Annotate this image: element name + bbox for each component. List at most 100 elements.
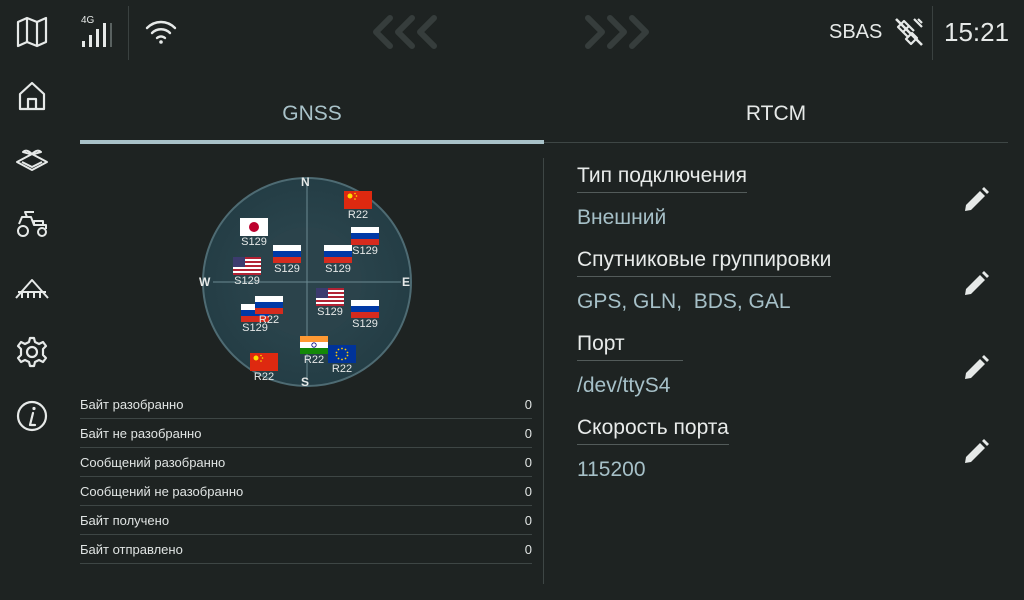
sidebar bbox=[0, 0, 64, 600]
satellite-off-icon bbox=[895, 18, 923, 46]
sbas-label: SBAS bbox=[829, 20, 883, 43]
tab-gnss[interactable]: GNSS bbox=[80, 88, 544, 140]
connection-settings: Тип подключения Внешний Спутниковые груп… bbox=[577, 156, 1008, 492]
china-flag-icon bbox=[250, 353, 278, 371]
edit-port-speed-button[interactable] bbox=[958, 434, 994, 470]
russia-flag-icon bbox=[351, 227, 379, 245]
china-flag-icon bbox=[344, 191, 372, 209]
compass-north: N bbox=[301, 175, 310, 189]
table-row: Байт не разобранно 0 bbox=[80, 419, 532, 448]
scroll-left-button[interactable] bbox=[370, 0, 450, 64]
stat-label: Байт отправлено bbox=[80, 541, 183, 557]
stat-label: Байт разобранно bbox=[80, 396, 184, 412]
setting-port: Порт /dev/ttyS4 bbox=[577, 324, 1008, 408]
satellite-id: R22 bbox=[253, 371, 275, 383]
setting-value: /dev/ttyS4 bbox=[577, 374, 671, 397]
setting-value: GPS, GLN, BDS, GAL bbox=[577, 290, 791, 313]
info-icon bbox=[16, 400, 48, 432]
tab-rtcm[interactable]: RTCM bbox=[544, 88, 1008, 140]
satellite-skyplot: N S E W R22 S129 S129 S129 S129 S129 S12… bbox=[197, 172, 417, 392]
satellite-marker[interactable]: S129 bbox=[318, 245, 358, 275]
satellite-marker[interactable]: S129 bbox=[310, 288, 350, 318]
stats-table: Байт разобранно 0 Байт не разобранно 0 Соо… bbox=[80, 390, 532, 564]
satellite-id: S129 bbox=[317, 306, 343, 318]
pencil-icon bbox=[965, 271, 989, 295]
compass-east: E bbox=[402, 275, 411, 289]
sidebar-item-implement[interactable] bbox=[12, 268, 52, 308]
satellite-marker[interactable]: R22 bbox=[249, 296, 289, 326]
satellite-id: S129 bbox=[241, 236, 267, 248]
compass-south: S bbox=[301, 375, 310, 389]
implement-icon bbox=[15, 279, 49, 299]
satellite-id: S129 bbox=[234, 275, 260, 287]
setting-value: Внешний bbox=[577, 206, 667, 229]
stat-label: Сообщений разобранно bbox=[80, 454, 226, 470]
stat-label: Байт не разобранно bbox=[80, 425, 202, 441]
edit-port-button[interactable] bbox=[958, 350, 994, 386]
sidebar-item-field[interactable] bbox=[12, 140, 52, 180]
pencil-icon bbox=[965, 439, 989, 463]
satellite-marker[interactable]: R22 bbox=[338, 191, 378, 221]
satellite-marker[interactable]: S129 bbox=[227, 257, 267, 287]
russia-flag-icon bbox=[351, 300, 379, 318]
setting-label: Скорость порта bbox=[577, 416, 729, 445]
setting-label: Тип подключения bbox=[577, 164, 747, 193]
satellite-id: R22 bbox=[258, 314, 280, 326]
japan-flag-icon bbox=[240, 218, 268, 236]
gear-icon bbox=[16, 336, 48, 368]
russia-flag-icon bbox=[255, 296, 283, 314]
sidebar-item-info[interactable] bbox=[12, 396, 52, 436]
stat-value: 0 bbox=[524, 541, 532, 557]
usa-flag-icon bbox=[233, 257, 261, 275]
sidebar-item-home[interactable] bbox=[12, 76, 52, 116]
gnss-status[interactable] bbox=[892, 0, 926, 64]
map-icon bbox=[16, 16, 48, 48]
table-row: Сообщений разобранно 0 bbox=[80, 448, 532, 477]
setting-constellations: Спутниковые группировки GPS, GLN, BDS, G… bbox=[577, 240, 1008, 324]
satellite-id: R22 bbox=[331, 363, 353, 375]
wifi-icon bbox=[145, 20, 177, 44]
satellite-marker[interactable]: S129 bbox=[345, 300, 385, 330]
edit-constellations-button[interactable] bbox=[958, 266, 994, 302]
russia-flag-icon bbox=[273, 245, 301, 263]
table-row: Сообщений не разобранно 0 bbox=[80, 477, 532, 506]
satellite-marker[interactable]: S129 bbox=[234, 218, 274, 248]
setting-label: Спутниковые группировки bbox=[577, 248, 832, 277]
setting-label: Порт bbox=[577, 332, 683, 361]
satellite-id: R22 bbox=[347, 209, 369, 221]
satellite-marker[interactable]: R22 bbox=[322, 345, 362, 375]
stat-value: 0 bbox=[524, 425, 532, 441]
setting-port-speed: Скорость порта 115200 bbox=[577, 408, 1008, 492]
signal-bars-icon: 4G bbox=[80, 15, 114, 49]
tractor-icon bbox=[17, 211, 47, 237]
wifi-status bbox=[144, 0, 178, 64]
satellite-id: S129 bbox=[352, 318, 378, 330]
status-bar: 4G SBAS 15:21 bbox=[64, 0, 1024, 64]
cellular-signal: 4G bbox=[80, 0, 114, 64]
satellite-id: S129 bbox=[274, 263, 300, 275]
stat-value: 0 bbox=[524, 454, 532, 470]
eu-flag-icon bbox=[328, 345, 356, 363]
triple-chevron-left-icon bbox=[373, 15, 437, 49]
field-icon bbox=[16, 149, 48, 171]
satellite-id: S129 bbox=[325, 263, 351, 275]
table-row: Байт отправлено 0 bbox=[80, 535, 532, 564]
setting-value: 115200 bbox=[577, 458, 646, 481]
pencil-icon bbox=[965, 187, 989, 211]
scroll-right-button[interactable] bbox=[572, 0, 652, 64]
satellite-marker[interactable]: S129 bbox=[267, 245, 307, 275]
table-row: Байт разобранно 0 bbox=[80, 390, 532, 419]
russia-flag-icon bbox=[324, 245, 352, 263]
sidebar-item-map[interactable] bbox=[12, 12, 52, 52]
stat-label: Байт получено bbox=[80, 512, 170, 528]
stat-label: Сообщений не разобранно bbox=[80, 483, 244, 499]
triple-chevron-right-icon bbox=[585, 15, 649, 49]
stat-value: 0 bbox=[524, 483, 532, 499]
home-icon bbox=[18, 81, 46, 111]
table-row: Байт получено 0 bbox=[80, 506, 532, 535]
edit-connection-type-button[interactable] bbox=[958, 182, 994, 218]
active-tab-indicator bbox=[80, 140, 544, 144]
sidebar-item-tractor[interactable] bbox=[12, 204, 52, 244]
satellite-marker[interactable]: R22 bbox=[244, 353, 284, 383]
sidebar-item-settings[interactable] bbox=[12, 332, 52, 372]
